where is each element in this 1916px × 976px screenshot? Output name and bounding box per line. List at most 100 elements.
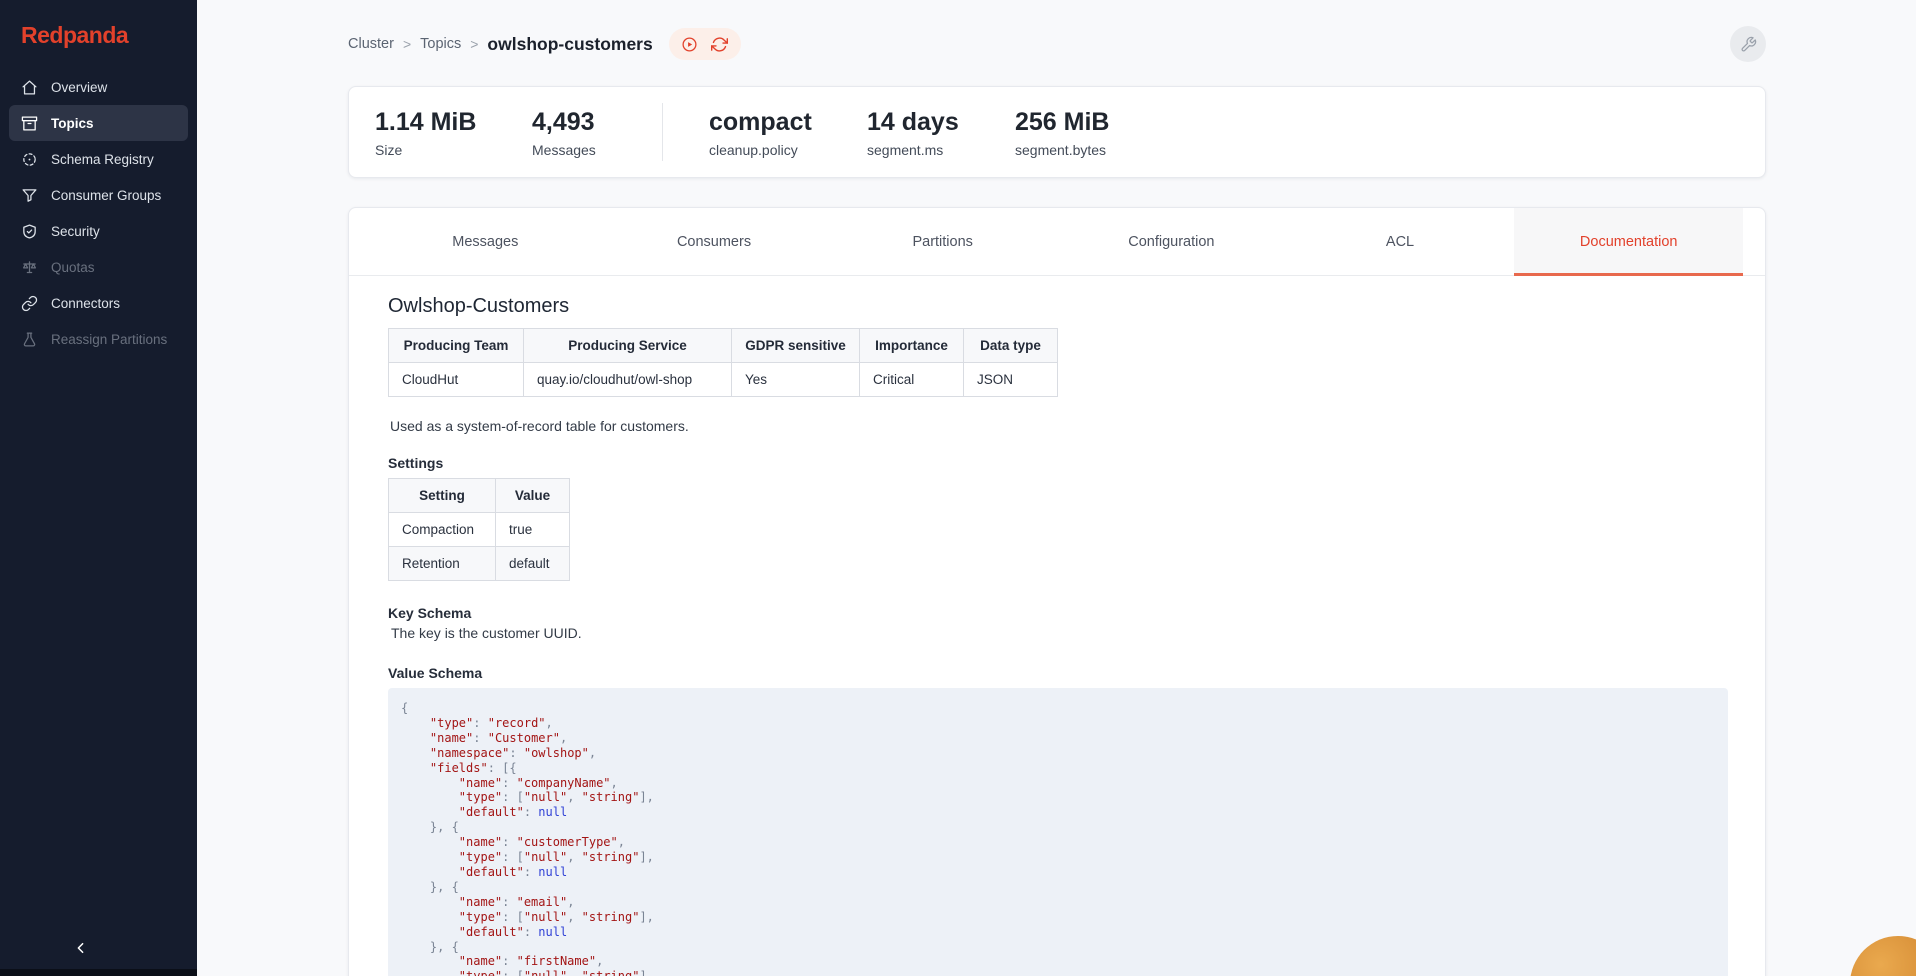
sidebar-item-label: Schema Registry — [51, 152, 154, 167]
refresh-icon — [711, 36, 728, 53]
doc-description: Used as a system-of-record table for cus… — [388, 418, 1726, 434]
key-schema-heading: Key Schema — [388, 605, 1726, 621]
breadcrumb-cluster[interactable]: Cluster — [348, 36, 394, 52]
stat-value: 14 days — [867, 107, 1015, 137]
play-circle-icon — [681, 36, 698, 53]
tab-documentation[interactable]: Documentation — [1514, 208, 1743, 275]
sidebar-item-overview[interactable]: Overview — [9, 69, 188, 105]
stat-value: compact — [709, 107, 867, 137]
sidebar-item-reassign-partitions: Reassign Partitions — [9, 321, 188, 357]
floating-corner-button[interactable] — [1850, 936, 1916, 976]
stat-segment-ms: 14 days segment.ms — [867, 107, 1015, 158]
table-header-cell: Value — [496, 479, 570, 513]
admin-tools-button[interactable] — [1730, 26, 1766, 62]
stat-label: Size — [375, 142, 532, 158]
tab-configuration[interactable]: Configuration — [1057, 208, 1286, 275]
stat-label: segment.bytes — [1015, 142, 1165, 158]
table-cell: CloudHut — [389, 363, 524, 397]
sidebar-item-label: Topics — [51, 116, 94, 131]
topic-tabs: MessagesConsumersPartitionsConfiguration… — [349, 208, 1765, 276]
stat-value: 1.14 MiB — [375, 107, 532, 137]
documentation-panel: Owlshop-Customers Producing TeamProducin… — [349, 276, 1765, 976]
stat-segment-bytes: 256 MiB segment.bytes — [1015, 107, 1165, 158]
sidebar-item-label: Connectors — [51, 296, 120, 311]
key-schema-text: The key is the customer UUID. — [388, 625, 1726, 641]
table-cell: true — [496, 513, 570, 547]
table-header-cell: Producing Team — [389, 329, 524, 363]
tab-consumers[interactable]: Consumers — [600, 208, 829, 275]
breadcrumb: Cluster > Topics > owlshop-customers — [348, 26, 741, 62]
stat-cleanup-policy: compact cleanup.policy — [709, 107, 867, 158]
topic-stats-card: 1.14 MiB Size4,493 Messages compact cleanup.… — [348, 86, 1766, 178]
produce-record-button[interactable] — [680, 34, 700, 54]
tab-messages[interactable]: Messages — [371, 208, 600, 275]
stat-label: segment.ms — [867, 142, 1015, 158]
stat-size: 1.14 MiB Size — [375, 107, 532, 158]
table-header-cell: GDPR sensitive — [732, 329, 860, 363]
sidebar-item-quotas: Quotas — [9, 249, 188, 285]
table-cell: default — [496, 547, 570, 581]
table-header-row: SettingValue — [389, 479, 570, 513]
shield-icon — [21, 223, 38, 240]
redpanda-logo: Redpanda — [0, 0, 197, 49]
table-cell: quay.io/cloudhut/owl-shop — [524, 363, 732, 397]
table-row: Compactiontrue — [389, 513, 570, 547]
sidebar-item-consumer-groups[interactable]: Consumer Groups — [9, 177, 188, 213]
settings-heading: Settings — [388, 455, 1726, 471]
sidebar-item-label: Quotas — [51, 260, 95, 275]
stats-divider — [662, 103, 663, 161]
topic-actions — [669, 28, 741, 60]
table-cell: Critical — [860, 363, 964, 397]
doc-info-table: Producing TeamProducing ServiceGDPR sens… — [388, 328, 1058, 397]
sidebar-item-schema-registry[interactable]: Schema Registry — [9, 141, 188, 177]
table-row: Retentiondefault — [389, 547, 570, 581]
home-icon — [21, 79, 38, 96]
breadcrumb-topics[interactable]: Topics — [420, 36, 461, 52]
sidebar-collapse-button[interactable] — [64, 932, 96, 964]
flask-icon — [21, 331, 38, 348]
table-header-cell: Producing Service — [524, 329, 732, 363]
sidebar-item-security[interactable]: Security — [9, 213, 188, 249]
settings-table: SettingValueCompactiontrueRetentiondefau… — [388, 478, 570, 581]
breadcrumb-current-topic: owlshop-customers — [487, 34, 652, 55]
stat-messages: 4,493 Messages — [532, 107, 658, 158]
stat-value: 4,493 — [532, 107, 658, 137]
app-window: Redpanda Overview Topics Schema Registry Co… — [0, 0, 1916, 976]
box-icon — [21, 115, 38, 132]
value-schema-heading: Value Schema — [388, 665, 1726, 681]
sidebar-item-connectors[interactable]: Connectors — [9, 285, 188, 321]
wrench-icon — [1740, 36, 1757, 53]
value-schema-code: { "type": "record", "name": "Customer", … — [401, 701, 1728, 976]
table-header-cell: Importance — [860, 329, 964, 363]
stat-value: 256 MiB — [1015, 107, 1165, 137]
breadcrumb-separator: > — [470, 36, 478, 52]
funnel-icon — [21, 187, 38, 204]
schema-icon — [21, 151, 38, 168]
topic-detail-card: MessagesConsumersPartitionsConfiguration… — [348, 207, 1766, 976]
sidebar-item-label: Reassign Partitions — [51, 332, 167, 347]
tab-acl[interactable]: ACL — [1286, 208, 1515, 275]
table-cell: Compaction — [389, 513, 496, 547]
link-icon — [21, 295, 38, 312]
refresh-button[interactable] — [710, 34, 730, 54]
table-row: CloudHutquay.io/cloudhut/owl-shopYesCrit… — [389, 363, 1058, 397]
table-header-cell: Data type — [964, 329, 1058, 363]
chevron-left-icon — [72, 940, 89, 957]
sidebar-nav: Overview Topics Schema Registry Consumer Gr… — [0, 69, 197, 357]
scale-icon — [21, 259, 38, 276]
value-schema-code-block[interactable]: { "type": "record", "name": "Customer", … — [388, 688, 1728, 976]
doc-title: Owlshop-Customers — [388, 294, 1726, 318]
stat-label: Messages — [532, 142, 658, 158]
breadcrumb-separator: > — [403, 36, 411, 52]
sidebar-item-label: Consumer Groups — [51, 188, 161, 203]
sidebar: Redpanda Overview Topics Schema Registry Co… — [0, 0, 197, 976]
table-header-cell: Setting — [389, 479, 496, 513]
tab-partitions[interactable]: Partitions — [828, 208, 1057, 275]
table-cell: Retention — [389, 547, 496, 581]
sidebar-item-label: Security — [51, 224, 100, 239]
table-cell: Yes — [732, 363, 860, 397]
stat-label: cleanup.policy — [709, 142, 867, 158]
sidebar-item-topics[interactable]: Topics — [9, 105, 188, 141]
table-cell: JSON — [964, 363, 1058, 397]
sidebar-item-label: Overview — [51, 80, 107, 95]
